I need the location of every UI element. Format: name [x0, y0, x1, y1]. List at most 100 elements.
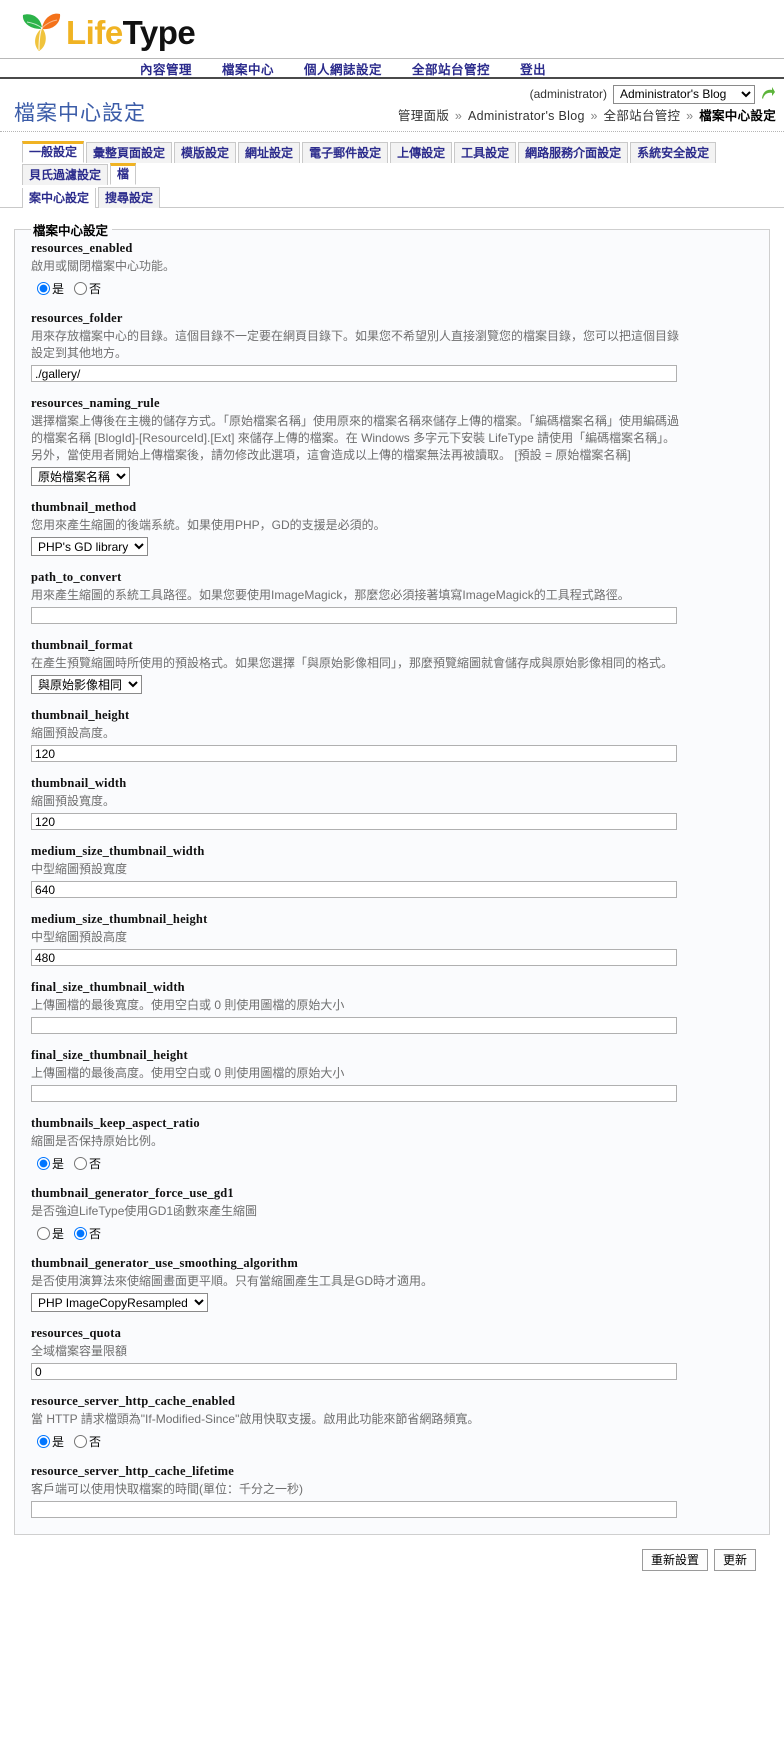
- setting-label: thumbnails_keep_aspect_ratio: [31, 1116, 200, 1131]
- setting-field-thumbnail_generator_force_use_gd1: thumbnail_generator_force_use_gd1 是否強迫Lif…: [29, 1186, 759, 1242]
- nav-blog-settings[interactable]: 個人網誌設定: [304, 59, 382, 78]
- setting-label: resources_naming_rule: [31, 396, 160, 411]
- setting-radio-option-resources_enabled-0[interactable]: 是: [37, 282, 64, 296]
- setting-select-resources_naming_rule[interactable]: 原始檔案名稱編碼檔案名稱: [31, 467, 130, 487]
- nav-content-management[interactable]: 內容管理: [140, 59, 192, 78]
- setting-field-resources_enabled: resources_enabled 啟用或關閉檔案中心功能。是否: [29, 241, 759, 297]
- setting-radio-option-resources_enabled-1[interactable]: 否: [74, 282, 101, 296]
- blog-select[interactable]: Administrator's Blog: [613, 84, 755, 104]
- tab-resources-settings-part2[interactable]: 案中心設定: [22, 188, 97, 209]
- setting-input-thumbnail_width[interactable]: [31, 813, 677, 831]
- settings-tabs: 一般設定 彙整頁面設定 模版設定 網址設定 電子郵件設定 上傳設定 工具設定 網路服務介面設定…: [0, 132, 784, 209]
- radio-label: 是: [52, 1227, 65, 1242]
- tab-security-settings[interactable]: 系統安全設定: [630, 142, 717, 164]
- setting-radiogroup-resource_server_http_cache_enabled: 是否: [31, 1431, 759, 1450]
- setting-label: resources_folder: [31, 311, 123, 326]
- breadcrumb: 管理面版 » Administrator's Blog » 全部站台管控 » 檔…: [398, 105, 776, 126]
- tab-general-settings[interactable]: 一般設定: [22, 141, 85, 164]
- nav-site-admin[interactable]: 全部站台管控: [412, 59, 490, 78]
- reset-button[interactable]: 重新設置: [641, 1549, 708, 1572]
- setting-label: thumbnail_format: [31, 638, 133, 653]
- setting-label: resources_enabled: [31, 241, 133, 256]
- radio-label: 否: [89, 1157, 102, 1172]
- setting-select-thumbnail_format[interactable]: 與原始影像相同JPEGPNGGIF: [31, 675, 142, 695]
- panel-legend: 檔案中心設定: [33, 224, 109, 239]
- tab-webservice-settings[interactable]: 網路服務介面設定: [518, 142, 629, 164]
- setting-description: 當 HTTP 請求檔頭為"If-Modified-Since"啟用快取支援。啟用…: [31, 1412, 480, 1427]
- setting-radio-option-resource_server_http_cache_enabled-1[interactable]: 否: [74, 1435, 101, 1449]
- setting-radio-option-thumbnail_generator_force_use_gd1-1[interactable]: 否: [74, 1227, 101, 1241]
- radio-resources_enabled-1[interactable]: [74, 282, 88, 296]
- tab-search-settings[interactable]: 搜尋設定: [98, 187, 161, 209]
- setting-radiogroup-thumbnails_keep_aspect_ratio: 是否: [31, 1153, 759, 1172]
- radio-label: 是: [52, 282, 65, 297]
- tab-resources-settings-part1[interactable]: 檔: [110, 163, 137, 186]
- radio-label: 是: [52, 1435, 65, 1450]
- admin-page: LifeType 內容管理 檔案中心 個人網誌設定 全部站台管控 登出 (adm…: [0, 0, 784, 1582]
- setting-description: 縮圖預設寬度。: [31, 794, 116, 809]
- breadcrumb-item-0[interactable]: 管理面版: [398, 109, 449, 123]
- logo[interactable]: LifeType: [18, 9, 196, 55]
- setting-field-resources_folder: resources_folder 用來存放檔案中心的目錄。這個目錄不一定要在網頁目…: [29, 311, 759, 383]
- tab-upload-settings[interactable]: 上傳設定: [390, 142, 453, 164]
- breadcrumb-item-2[interactable]: 全部站台管控: [604, 109, 681, 123]
- setting-field-resource_server_http_cache_lifetime: resource_server_http_cache_lifetime 客戶端可以…: [29, 1464, 759, 1519]
- tab-tools-settings[interactable]: 工具設定: [454, 142, 517, 164]
- tab-url-settings[interactable]: 網址設定: [238, 142, 301, 164]
- settings-field-list: resources_enabled 啟用或關閉檔案中心功能。是否 resources…: [29, 241, 759, 1519]
- setting-select-thumbnail_generator_use_smoothing_algorithm[interactable]: PHP ImageCopyResampledPHP ImageCopyResiz…: [31, 1293, 208, 1313]
- update-button[interactable]: 更新: [713, 1549, 756, 1572]
- setting-input-final_size_thumbnail_width[interactable]: [31, 1017, 677, 1035]
- setting-radio-option-thumbnails_keep_aspect_ratio-1[interactable]: 否: [74, 1157, 101, 1171]
- setting-description: 中型縮圖預設寬度: [31, 862, 128, 877]
- setting-label: resource_server_http_cache_lifetime: [31, 1464, 234, 1479]
- breadcrumb-item-current: 檔案中心設定: [699, 109, 776, 124]
- setting-input-path_to_convert[interactable]: [31, 607, 677, 625]
- nav-resource-center[interactable]: 檔案中心: [222, 59, 274, 78]
- setting-field-thumbnails_keep_aspect_ratio: thumbnails_keep_aspect_ratio 縮圖是否保持原始比例。是…: [29, 1116, 759, 1172]
- setting-description: 是否使用演算法來使縮圖畫面更平順。只有當縮圖產生工具是GD時才適用。: [31, 1274, 434, 1289]
- setting-label: medium_size_thumbnail_width: [31, 844, 205, 859]
- setting-radio-option-thumbnail_generator_force_use_gd1-0[interactable]: 是: [37, 1227, 64, 1241]
- radio-resource_server_http_cache_enabled-1[interactable]: [74, 1435, 88, 1449]
- tab-summary-page-settings[interactable]: 彙整頁面設定: [86, 142, 173, 164]
- page-title: 檔案中心設定: [14, 102, 146, 125]
- nav-logout[interactable]: 登出: [520, 59, 546, 78]
- tab-bayesian-filter-settings[interactable]: 貝氏過濾設定: [22, 164, 109, 186]
- setting-description: 您用來產生縮圖的後端系統。如果使用PHP，GD的支援是必須的。: [31, 518, 386, 533]
- radio-thumbnails_keep_aspect_ratio-0[interactable]: [37, 1157, 50, 1171]
- setting-label: thumbnail_height: [31, 708, 130, 723]
- site-header: LifeType: [0, 0, 784, 58]
- blog-selector-bar: (administrator) Administrator's Blog: [0, 79, 784, 104]
- setting-input-resource_server_http_cache_lifetime[interactable]: [31, 1501, 677, 1519]
- breadcrumb-sep: »: [454, 109, 463, 124]
- setting-field-final_size_thumbnail_height: final_size_thumbnail_height 上傳圖檔的最後高度。使用空…: [29, 1048, 759, 1103]
- setting-field-medium_size_thumbnail_width: medium_size_thumbnail_width 中型縮圖預設寬度: [29, 844, 759, 899]
- radio-thumbnail_generator_force_use_gd1-1[interactable]: [74, 1227, 88, 1241]
- radio-resource_server_http_cache_enabled-0[interactable]: [37, 1435, 50, 1449]
- tab-template-settings[interactable]: 模版設定: [174, 142, 237, 164]
- setting-input-final_size_thumbnail_height[interactable]: [31, 1085, 677, 1103]
- leaf-logo-icon: [22, 13, 61, 51]
- setting-radio-option-resource_server_http_cache_enabled-0[interactable]: 是: [37, 1435, 64, 1449]
- setting-input-resources_folder[interactable]: [31, 365, 677, 383]
- setting-radio-option-thumbnails_keep_aspect_ratio-0[interactable]: 是: [37, 1157, 64, 1171]
- setting-field-medium_size_thumbnail_height: medium_size_thumbnail_height 中型縮圖預設高度: [29, 912, 759, 967]
- radio-thumbnail_generator_force_use_gd1-0[interactable]: [37, 1227, 50, 1241]
- setting-description: 啟用或關閉檔案中心功能。: [31, 259, 176, 274]
- go-arrow-icon[interactable]: [760, 86, 776, 102]
- setting-label: final_size_thumbnail_width: [31, 980, 185, 995]
- radio-resources_enabled-0[interactable]: [37, 282, 50, 296]
- setting-select-thumbnail_method[interactable]: PHP's GD libraryImageMagick: [31, 537, 148, 557]
- setting-input-thumbnail_height[interactable]: [31, 745, 677, 763]
- setting-input-medium_size_thumbnail_width[interactable]: [31, 881, 677, 899]
- tab-email-settings[interactable]: 電子郵件設定: [302, 142, 389, 164]
- setting-input-medium_size_thumbnail_height[interactable]: [31, 949, 677, 967]
- radio-thumbnails_keep_aspect_ratio-1[interactable]: [74, 1157, 88, 1171]
- breadcrumb-item-1[interactable]: Administrator's Blog: [468, 109, 585, 123]
- setting-input-resources_quota[interactable]: [31, 1363, 677, 1381]
- current-user-label: (administrator): [529, 87, 607, 101]
- logo-text-type: Type: [122, 13, 196, 51]
- setting-description: 縮圖是否保持原始比例。: [31, 1134, 164, 1149]
- radio-label: 否: [89, 1435, 102, 1450]
